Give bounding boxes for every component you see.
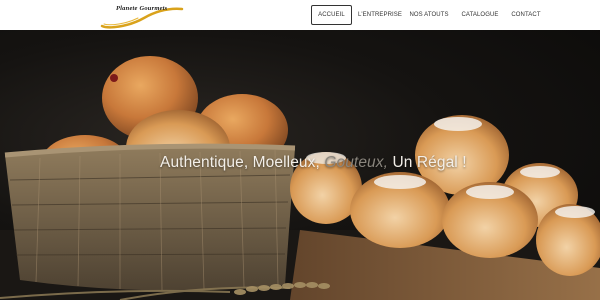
nav-item-contact[interactable]: CONTACT: [511, 5, 541, 25]
hero-banner: Authentique, Moelleux, Gouteux, Un Régal…: [0, 30, 600, 300]
top-navbar: Planete Gourmets ACCUEIL L'ENTREPRISE NO…: [0, 0, 600, 30]
nav-item-entreprise[interactable]: L'ENTREPRISE: [358, 5, 402, 25]
tagline-accent: Gouteux,: [324, 154, 389, 171]
logo-text: Planete Gourmets: [116, 5, 168, 12]
hero-tagline: Authentique, Moelleux, Gouteux, Un Régal…: [0, 154, 600, 172]
nav-item-catalogue[interactable]: CATALOGUE: [460, 5, 500, 25]
nav-item-accueil[interactable]: ACCUEIL: [311, 5, 352, 25]
main-menu: ACCUEIL L'ENTREPRISE NOS ATOUTS CATALOGU…: [311, 0, 541, 30]
tagline-part-1: Authentique, Moelleux,: [160, 154, 320, 171]
nav-item-atouts[interactable]: NOS ATOUTS: [409, 5, 448, 25]
tagline-part-3: Un Régal !: [392, 154, 467, 171]
